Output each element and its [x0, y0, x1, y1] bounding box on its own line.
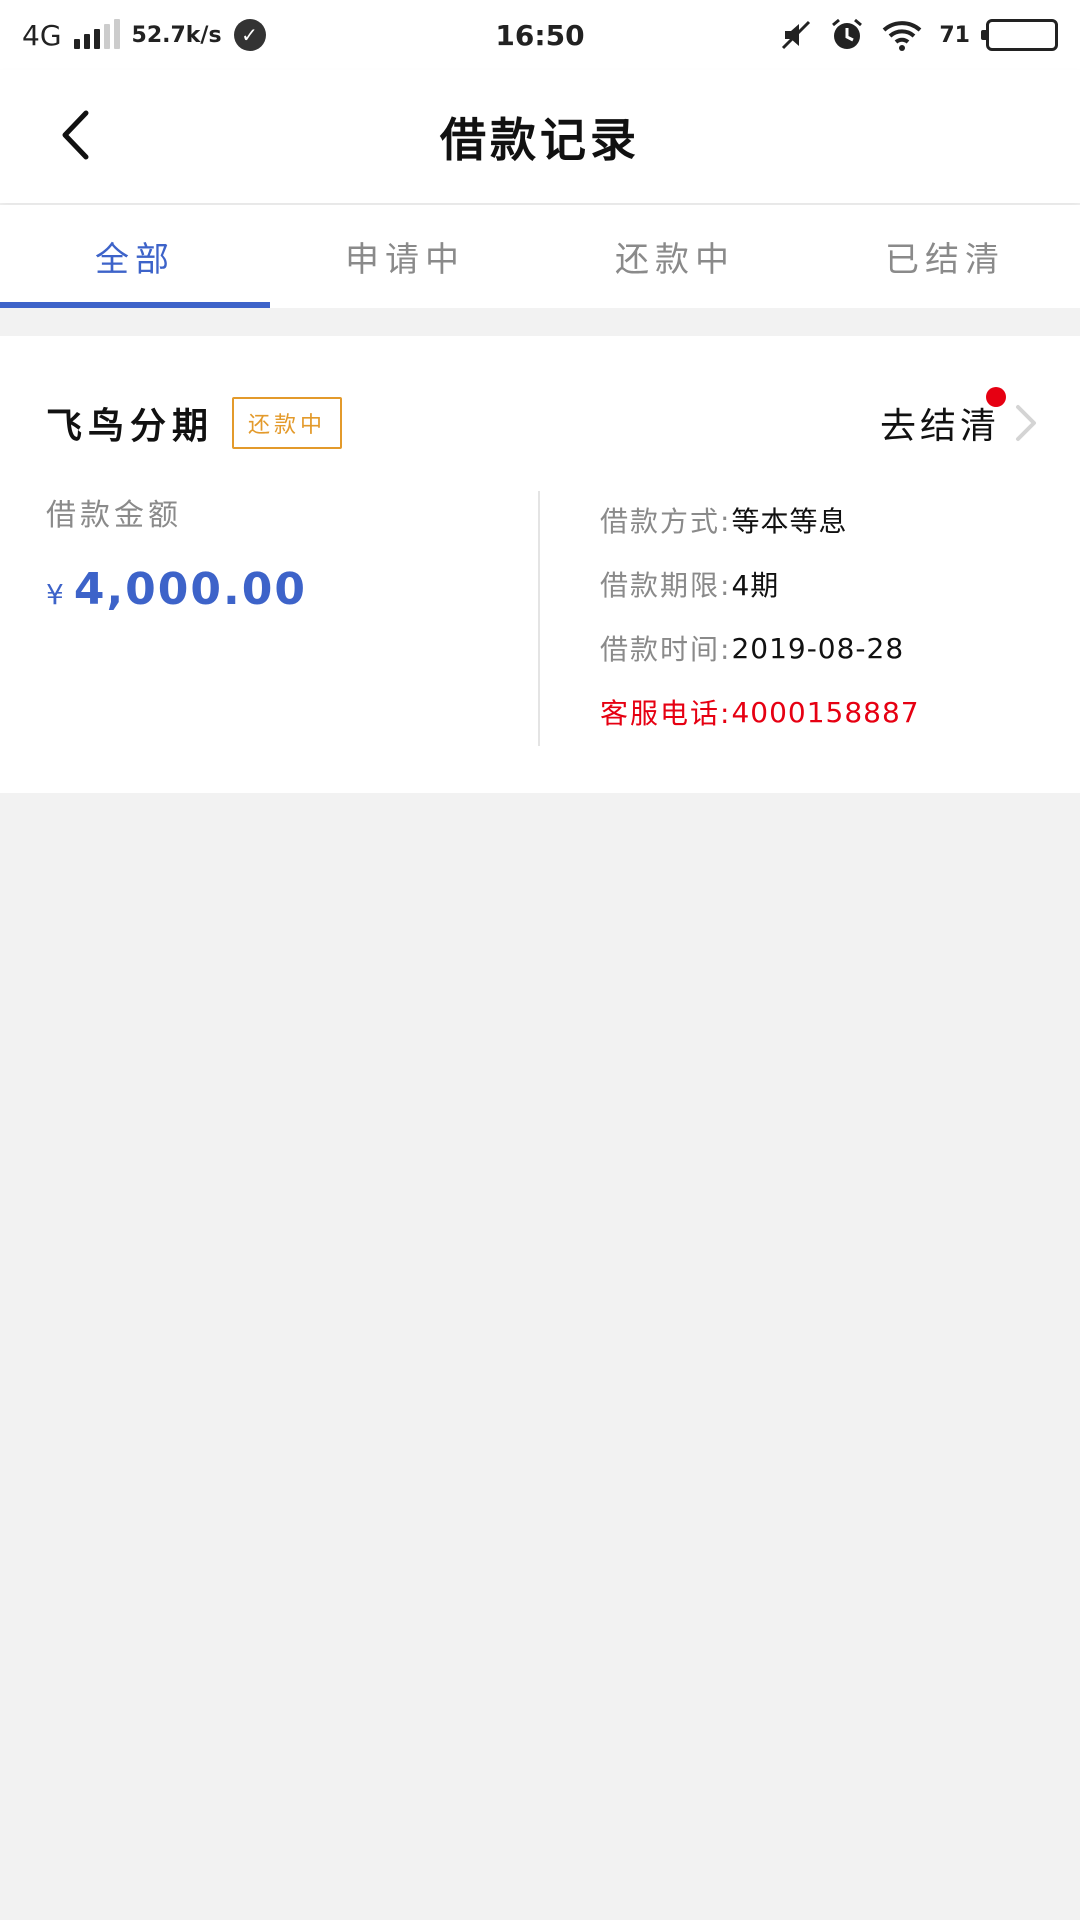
currency-symbol: ¥	[46, 578, 64, 611]
network-speed: 52.7k/s	[131, 22, 222, 48]
detail-value: 等本等息	[731, 505, 848, 538]
screen: 4G 52.7k/s ✓ 16:50 71 借款记录 全部 申请中 还款中 已结…	[0, 0, 1080, 1920]
page-title: 借款记录	[440, 112, 640, 167]
tab-label: 全部	[95, 240, 175, 280]
settle-button-label: 去结清	[879, 406, 1000, 447]
check-circle-icon: ✓	[233, 19, 266, 51]
status-bar-left: 4G 52.7k/s ✓	[22, 19, 266, 52]
detail-service-hotline[interactable]: 客服电话: 4000158887	[600, 680, 920, 744]
network-type: 4G	[22, 18, 62, 52]
loan-record-card[interactable]: 飞鸟分期 还款中 去结清 借款金额 ¥ 4,000.00 借款方式: 等本等息	[0, 336, 1080, 793]
amount-value: 4,000.00	[73, 564, 307, 615]
chevron-left-icon	[62, 110, 89, 160]
tab-label: 还款中	[615, 240, 735, 280]
mute-icon	[782, 20, 811, 50]
back-button[interactable]	[40, 100, 110, 170]
hotline-number[interactable]: 4000158887	[731, 696, 919, 729]
loan-details: 借款方式: 等本等息 借款期限: 4期 借款时间: 2019-08-28 客服电…	[600, 488, 920, 744]
detail-key: 借款期限:	[600, 569, 732, 602]
card-header: 飞鸟分期 还款中 去结清	[46, 387, 1044, 458]
filter-tabs: 全部 申请中 还款中 已结清	[0, 205, 1080, 308]
detail-key: 借款时间:	[600, 633, 732, 666]
alarm-icon	[832, 18, 863, 49]
loan-amount: ¥ 4,000.00	[46, 564, 307, 615]
nav-bar: 借款记录	[0, 70, 1080, 203]
status-bar-right: 71	[779, 17, 1058, 53]
tab-settled[interactable]: 已结清	[810, 205, 1080, 308]
status-bar: 4G 52.7k/s ✓ 16:50 71	[0, 0, 1080, 70]
chevron-right-icon	[1014, 403, 1044, 443]
detail-key: 客服电话:	[600, 697, 732, 730]
tab-label: 已结清	[885, 240, 1005, 280]
detail-repayment-method: 借款方式: 等本等息	[600, 488, 920, 552]
settle-button[interactable]: 去结清	[879, 387, 1044, 449]
column-divider	[538, 491, 540, 746]
detail-value: 4期	[731, 569, 780, 602]
notification-dot	[986, 387, 1006, 407]
status-badge: 还款中	[232, 397, 343, 449]
detail-key: 借款方式:	[600, 505, 732, 538]
detail-value: 2019-08-28	[731, 631, 905, 665]
tab-applying[interactable]: 申请中	[270, 205, 540, 308]
wifi-icon	[883, 21, 922, 51]
amount-label: 借款金额	[46, 498, 182, 533]
tab-all[interactable]: 全部	[0, 205, 270, 308]
battery-icon	[981, 19, 1058, 51]
tab-label: 申请中	[345, 240, 465, 280]
detail-loan-term: 借款期限: 4期	[600, 552, 920, 616]
tab-repaying[interactable]: 还款中	[540, 205, 810, 308]
detail-loan-date: 借款时间: 2019-08-28	[600, 616, 920, 680]
signal-icon	[73, 19, 120, 49]
battery-percent: 71	[939, 22, 970, 48]
product-name: 飞鸟分期	[46, 406, 215, 447]
